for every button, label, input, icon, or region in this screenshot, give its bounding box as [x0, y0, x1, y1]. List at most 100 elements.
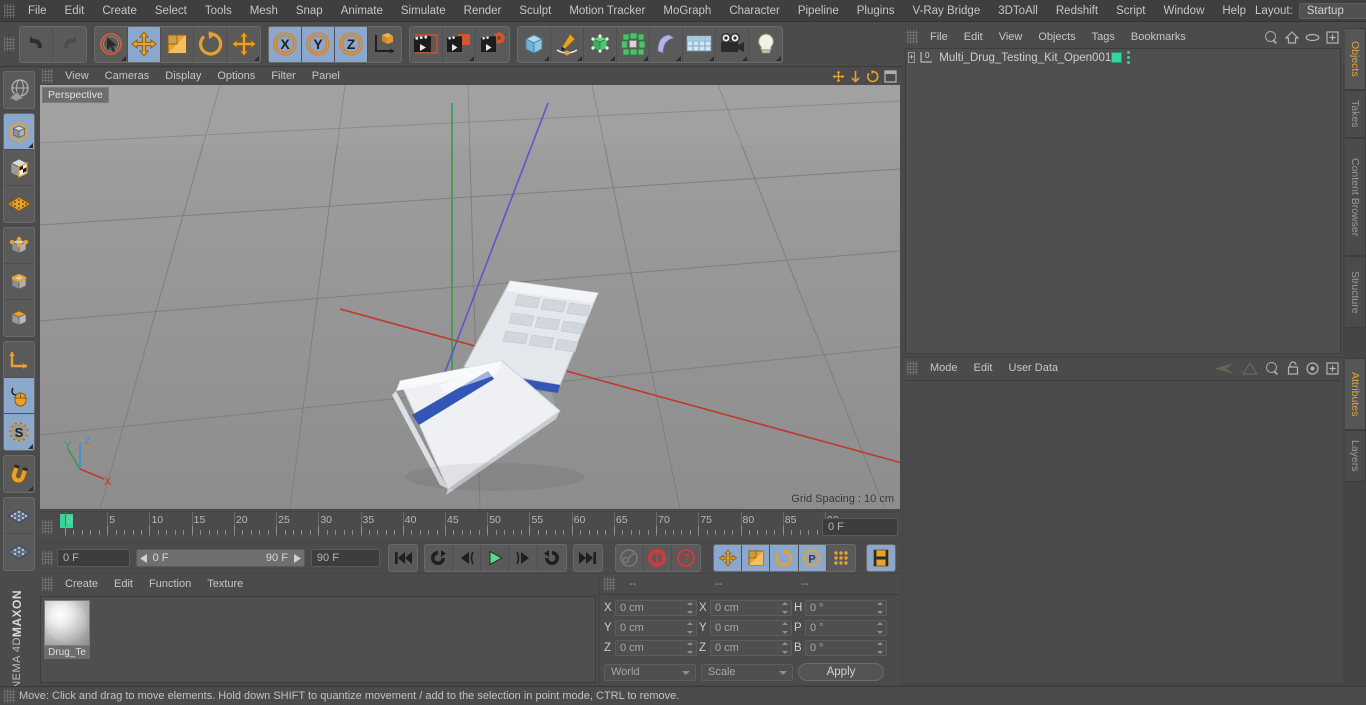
object-manager-grip[interactable]: [907, 30, 918, 44]
menu-select[interactable]: Select: [146, 0, 196, 22]
go-to-start-button[interactable]: [389, 545, 417, 571]
attributes-grip[interactable]: [907, 361, 918, 375]
interface-right-icon[interactable]: [1242, 361, 1258, 375]
object-menu-tags[interactable]: Tags: [1084, 28, 1123, 46]
material-menu-function[interactable]: Function: [141, 574, 199, 594]
keyframe-selection-button[interactable]: ?: [672, 545, 700, 571]
point-level-animation-button[interactable]: [827, 545, 855, 571]
material-manager-body[interactable]: Drug_Te: [40, 596, 596, 683]
apply-button[interactable]: Apply: [798, 663, 884, 681]
workplane-lock-button[interactable]: [4, 498, 34, 534]
target-icon[interactable]: [1306, 361, 1319, 375]
autokey-button[interactable]: [644, 545, 673, 571]
add-light-button[interactable]: [749, 27, 782, 62]
tab-structure[interactable]: Structure: [1345, 256, 1366, 328]
menu-snap[interactable]: Snap: [287, 0, 332, 22]
timeline-filmstrip-button[interactable]: [866, 545, 896, 571]
timeline-ruler-body[interactable]: 051015202530354045505560657075808590: [57, 512, 839, 542]
frame-range-slider[interactable]: 0 F 90 F: [135, 549, 305, 567]
coordinate-system-dropdown[interactable]: World: [604, 663, 696, 681]
object-axis-mode-button[interactable]: [4, 342, 34, 378]
scale-tool[interactable]: [161, 26, 194, 62]
status-bar-grip[interactable]: [4, 689, 15, 703]
viewport-menu-filter[interactable]: Filter: [263, 67, 303, 85]
plus-box-icon[interactable]: [1326, 361, 1339, 375]
material-menu-texture[interactable]: Texture: [199, 574, 251, 594]
coordinate-size-field[interactable]: 0 cm: [710, 600, 792, 616]
edges-mode-button[interactable]: [4, 264, 34, 300]
go-to-end-button[interactable]: [574, 545, 602, 571]
menu-animate[interactable]: Animate: [332, 0, 392, 22]
menu-v-ray-bridge[interactable]: V-Ray Bridge: [903, 0, 989, 22]
spinner-icon[interactable]: [782, 622, 789, 634]
tab-layers[interactable]: Layers: [1345, 430, 1366, 482]
viewport-menu-cameras[interactable]: Cameras: [97, 67, 158, 85]
menu-edit[interactable]: Edit: [56, 0, 94, 22]
spinner-icon[interactable]: [877, 622, 884, 634]
menu-window[interactable]: Window: [1154, 0, 1213, 22]
coordinate-size-field[interactable]: 0 cm: [710, 640, 792, 656]
add-deformer-button[interactable]: [650, 26, 683, 62]
timeline-controls-grip[interactable]: [42, 551, 53, 565]
menu-help[interactable]: Help: [1213, 0, 1255, 22]
object-menu-objects[interactable]: Objects: [1030, 28, 1083, 46]
undo-button[interactable]: [20, 26, 53, 62]
timeline-grip[interactable]: [42, 520, 53, 534]
menu-pipeline[interactable]: Pipeline: [789, 0, 848, 22]
parameter-key-button[interactable]: P: [798, 545, 827, 571]
attributes-menu-mode[interactable]: Mode: [922, 358, 966, 378]
record-key-button[interactable]: [616, 545, 644, 571]
tag-dots-icon[interactable]: [1127, 51, 1131, 64]
step-forward-button[interactable]: [509, 545, 538, 571]
tab-content-browser[interactable]: Content Browser: [1345, 138, 1366, 256]
polygons-mode-button[interactable]: [4, 300, 34, 336]
material-manager-grip[interactable]: [42, 577, 53, 591]
object-menu-file[interactable]: File: [922, 28, 956, 46]
menu-3dtoall[interactable]: 3DToAll: [989, 0, 1047, 22]
material-item[interactable]: Drug_Te: [44, 600, 92, 659]
layout-dropdown[interactable]: Startup: [1298, 2, 1366, 19]
object-menu-edit[interactable]: Edit: [956, 28, 991, 46]
move-tool[interactable]: [128, 26, 161, 62]
rewind-button[interactable]: [425, 545, 454, 571]
add-generator-button[interactable]: [584, 26, 617, 62]
menu-tools[interactable]: Tools: [196, 0, 241, 22]
current-frame-field[interactable]: 0 F: [57, 549, 130, 567]
range-right-arrow-icon[interactable]: [292, 553, 301, 563]
attributes-menu-user-data[interactable]: User Data: [1001, 358, 1067, 378]
ellipse-icon[interactable]: [1305, 32, 1320, 43]
menu-mograph[interactable]: MoGraph: [654, 0, 720, 22]
render-settings-button[interactable]: [476, 27, 509, 62]
home-icon[interactable]: [1285, 30, 1299, 44]
attributes-body[interactable]: [905, 380, 1341, 680]
object-name[interactable]: Multi_Drug_Testing_Kit_Open001: [939, 52, 1111, 64]
magnet-tool-button[interactable]: [4, 456, 34, 492]
menu-sculpt[interactable]: Sculpt: [510, 0, 560, 22]
object-manager-list[interactable]: + 0 Multi_Drug_Testing_Kit_Open001: [905, 48, 1341, 354]
viewport-menu-display[interactable]: Display: [157, 67, 209, 85]
coordinate-mode-dropdown[interactable]: Scale: [701, 663, 793, 681]
material-menu-edit[interactable]: Edit: [106, 574, 141, 594]
coordinate-system-toggle[interactable]: [368, 27, 401, 62]
spinner-icon[interactable]: [687, 602, 694, 614]
viewport-grip[interactable]: [42, 69, 53, 83]
coordinate-rotation-field[interactable]: 0 °: [805, 620, 887, 636]
texture-mode-button[interactable]: [4, 150, 34, 186]
menu-motion-tracker[interactable]: Motion Tracker: [560, 0, 654, 22]
tab-objects[interactable]: Objects: [1345, 28, 1366, 90]
viewport-solo-button[interactable]: [4, 378, 34, 414]
tab-takes[interactable]: Takes: [1345, 90, 1366, 138]
menu-create[interactable]: Create: [93, 0, 146, 22]
lock-x-axis[interactable]: X: [269, 26, 302, 62]
menu-character[interactable]: Character: [720, 0, 789, 22]
viewport-menu-options[interactable]: Options: [209, 67, 263, 85]
redo-button[interactable]: [53, 27, 86, 62]
material-menu-create[interactable]: Create: [57, 574, 106, 594]
material-tag-icon[interactable]: [1111, 52, 1123, 63]
menu-grip[interactable]: [4, 3, 15, 18]
position-key-button[interactable]: [714, 545, 743, 571]
viewport-camera-label[interactable]: Perspective: [42, 87, 109, 103]
attributes-menu-edit[interactable]: Edit: [966, 358, 1001, 378]
spinner-icon[interactable]: [782, 602, 789, 614]
live-selection-tool[interactable]: [95, 26, 128, 62]
